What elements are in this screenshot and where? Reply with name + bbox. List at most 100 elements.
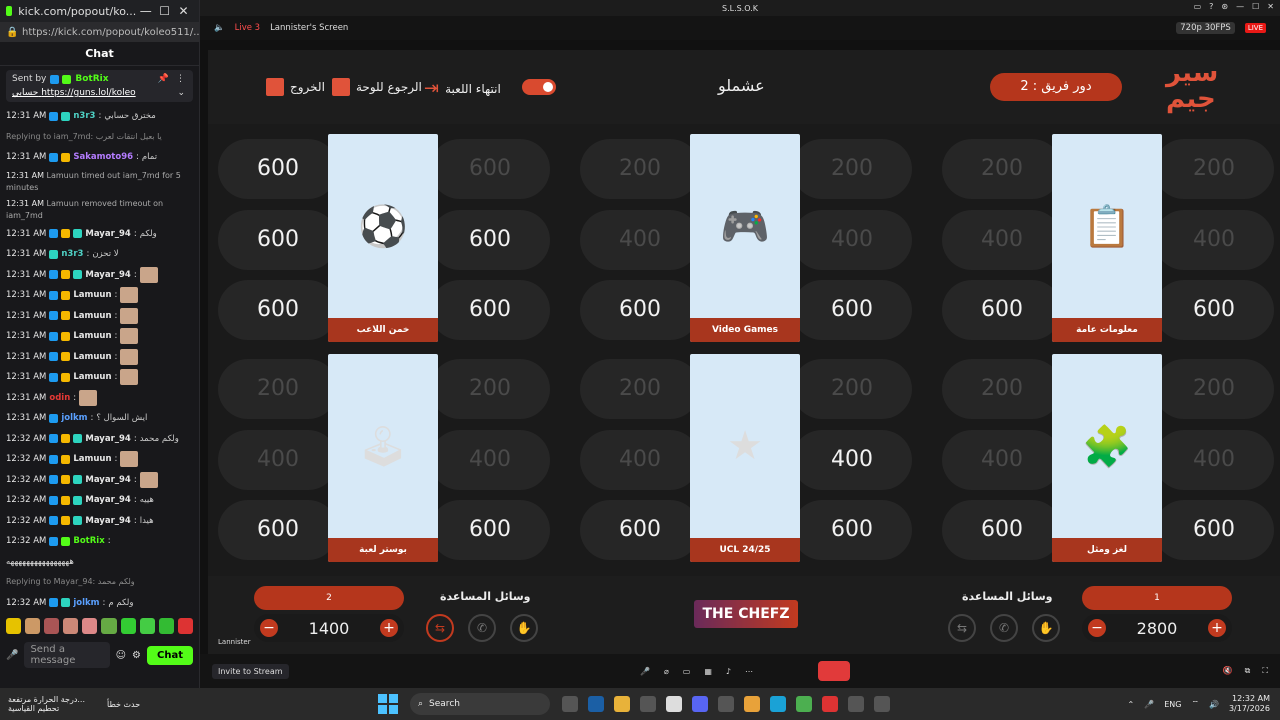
message-username[interactable]: Mayar_94: [85, 470, 130, 491]
question-value-button[interactable]: 600: [430, 500, 550, 560]
close-icon[interactable]: ✕: [1267, 2, 1274, 11]
fullscreen-icon[interactable]: ⛶: [1262, 666, 1268, 676]
speaker-icon[interactable]: 🔈: [214, 23, 225, 33]
chat-message[interactable]: 12:31 AM Mayar_94: ولكم: [6, 224, 193, 245]
pinned-link[interactable]: https://guns.lol/koleo: [41, 88, 135, 98]
question-value-button[interactable]: 600: [218, 500, 338, 560]
mic-icon[interactable]: 🎤: [6, 650, 18, 661]
chat-message[interactable]: 12:31 AM odin:: [6, 388, 193, 409]
app-icon[interactable]: [640, 696, 656, 712]
emote-icon[interactable]: [25, 618, 41, 634]
exit-button[interactable]: الخروج: [266, 78, 325, 96]
question-value-button[interactable]: 200: [430, 359, 550, 419]
end-game-button[interactable]: ⇥ انتهاء اللعبة: [424, 78, 501, 99]
minimize-icon[interactable]: —: [1236, 2, 1244, 11]
chevron-up-icon[interactable]: ⌃: [1128, 700, 1135, 709]
back-to-board-button[interactable]: الرجوع للوحة: [332, 78, 422, 96]
screen-share-icon[interactable]: ▭: [683, 667, 691, 676]
message-username[interactable]: n3r3: [73, 106, 95, 127]
question-value-button[interactable]: 600: [792, 280, 912, 340]
question-value-button[interactable]: 400: [1154, 430, 1274, 490]
message-username[interactable]: jolkm: [73, 593, 99, 614]
live-indicator[interactable]: Live 3: [235, 23, 260, 33]
volume-icon[interactable]: 🔊: [1209, 700, 1219, 709]
chat-message[interactable]: 12:31 AM n3r3: لا تحزن: [6, 244, 193, 265]
popout-icon[interactable]: ⧉: [1245, 666, 1251, 676]
question-value-button[interactable]: 600: [430, 280, 550, 340]
question-value-button[interactable]: 400: [218, 430, 338, 490]
windows-start-icon[interactable]: [378, 694, 398, 714]
chat-message[interactable]: 12:31 AM Lamuun removed timeout on iam_7…: [6, 196, 193, 224]
chat-message-list[interactable]: 12:31 AM n3r3: مخترق حسابي Replying to iam_…: [0, 106, 199, 616]
screen-share-label[interactable]: Lannister's Screen: [270, 23, 348, 33]
question-value-button[interactable]: 200: [1154, 139, 1274, 199]
question-value-button[interactable]: 400: [792, 430, 912, 490]
camera-off-icon[interactable]: ⌀: [664, 667, 669, 676]
edge-icon[interactable]: [770, 696, 786, 712]
news-alert[interactable]: حدث خطأ: [107, 700, 140, 709]
message-username[interactable]: Lamuun: [73, 347, 111, 368]
chevron-down-icon[interactable]: ⌄: [177, 88, 185, 98]
message-username[interactable]: Mayar_94: [85, 224, 130, 245]
question-value-button[interactable]: 600: [430, 210, 550, 270]
window-icon[interactable]: ▭: [1194, 2, 1202, 11]
message-username[interactable]: Lamuun: [73, 367, 111, 388]
emote-icon[interactable]: [44, 618, 60, 634]
message-username[interactable]: Lamuun: [73, 449, 111, 470]
chat-message[interactable]: 12:31 AM Lamuun:: [6, 285, 193, 306]
question-value-button[interactable]: 600: [580, 500, 700, 560]
pinned-sender[interactable]: BotRix: [75, 74, 108, 84]
taskbar-search[interactable]: ⌕ Search: [410, 693, 550, 715]
task-view-icon[interactable]: [562, 696, 578, 712]
hand-lifeline-icon[interactable]: ✋: [1032, 614, 1060, 642]
chat-message[interactable]: 12:31 AM Lamuun:: [6, 347, 193, 368]
notifications-icon[interactable]: ⊛: [1221, 2, 1228, 11]
clock[interactable]: 12:32 AM 3/17/2026: [1229, 694, 1270, 714]
message-username[interactable]: odin: [49, 388, 70, 409]
app-icon[interactable]: [848, 696, 864, 712]
question-value-button[interactable]: 600: [1154, 500, 1274, 560]
message-username[interactable]: Lamuun: [73, 326, 111, 347]
emote-icon[interactable]: [177, 618, 193, 634]
message-username[interactable]: Mayar_94: [85, 429, 130, 450]
activities-icon[interactable]: ▦: [704, 667, 712, 676]
score-plus-button[interactable]: +: [380, 619, 398, 637]
score-minus-button[interactable]: −: [260, 619, 278, 637]
message-username[interactable]: n3r3: [61, 244, 83, 265]
app-icon[interactable]: [744, 696, 760, 712]
message-username[interactable]: Mayar_94: [85, 490, 130, 511]
question-value-button[interactable]: 200: [580, 139, 700, 199]
question-value-button[interactable]: 600: [430, 139, 550, 199]
settings-icon[interactable]: ⚙: [132, 650, 141, 661]
question-value-button[interactable]: 400: [942, 210, 1062, 270]
chat-message[interactable]: 12:32 AM Mayar_94: هييه: [6, 490, 193, 511]
chat-message[interactable]: 12:31 AM jolkm: ايش السوال ؟: [6, 408, 193, 429]
message-username[interactable]: Mayar_94: [85, 265, 130, 286]
question-value-button[interactable]: 600: [942, 280, 1062, 340]
mic-icon[interactable]: 🎤: [1144, 700, 1154, 709]
help-icon[interactable]: ?: [1209, 2, 1213, 11]
invite-to-stream-button[interactable]: Invite to Stream: [212, 663, 289, 679]
message-username[interactable]: Sakamoto96: [73, 147, 133, 168]
message-username[interactable]: Lamuun: [73, 306, 111, 327]
steelseries-icon[interactable]: [718, 696, 734, 712]
question-value-button[interactable]: 400: [1154, 210, 1274, 270]
url-bar[interactable]: 🔒 https://kick.com/popout/koleo511/... ⋯: [0, 22, 213, 42]
obs-icon[interactable]: [666, 696, 682, 712]
call-lifeline-icon[interactable]: ✆: [990, 614, 1018, 642]
chrome-icon[interactable]: [796, 696, 812, 712]
question-value-button[interactable]: 600: [942, 500, 1062, 560]
pinned-message[interactable]: Sent by BotRix 📌 ⋮ حسابي https://guns.lo…: [6, 70, 193, 102]
call-lifeline-icon[interactable]: ✆: [468, 614, 496, 642]
emote-icon[interactable]: [63, 618, 79, 634]
message-username[interactable]: jolkm: [61, 408, 87, 429]
chat-message[interactable]: 12:31 AM Mayar_94:: [6, 265, 193, 286]
score-plus-button[interactable]: +: [1208, 619, 1226, 637]
message-username[interactable]: Mayar_94: [85, 511, 130, 532]
emote-icon[interactable]: [101, 618, 117, 634]
discord-icon[interactable]: [692, 696, 708, 712]
end-call-button[interactable]: [818, 661, 850, 681]
more-icon[interactable]: ⋯: [745, 667, 753, 676]
chat-message[interactable]: 12:31 AM Lamuun:: [6, 306, 193, 327]
question-value-button[interactable]: 400: [580, 210, 700, 270]
